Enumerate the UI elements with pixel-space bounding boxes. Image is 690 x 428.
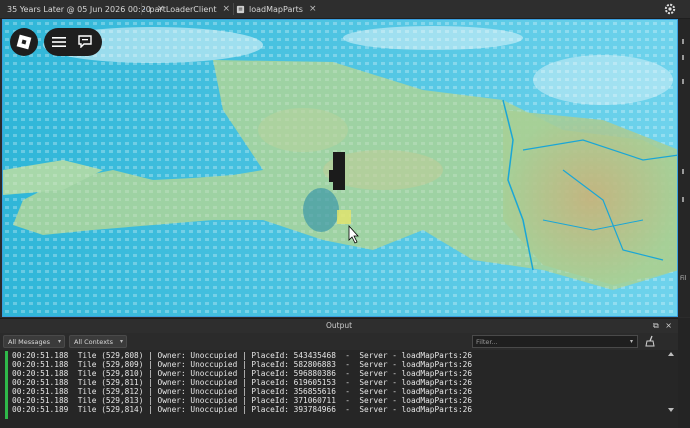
dock-marker [682, 55, 684, 60]
tab-label: 35 Years Later @ 05 Jun 2026 00:20 [7, 4, 151, 14]
tab-bar: 35 Years Later @ 05 Jun 2026 00:20 × par… [0, 0, 690, 19]
roblox-menu-button[interactable] [10, 28, 38, 56]
close-icon[interactable]: × [665, 321, 672, 330]
close-icon[interactable]: × [222, 4, 230, 14]
chevron-down-icon: ▾ [119, 338, 123, 345]
script-icon [144, 8, 146, 10]
log-line: 00:20:51.189 Tile (529,814) | Owner: Uno… [12, 405, 473, 414]
log-line: 00:20:51.188 Tile (529,810) | Owner: Uno… [12, 369, 473, 378]
chat-icon[interactable] [78, 35, 92, 48]
close-icon[interactable]: × [309, 4, 317, 14]
dock-marker [682, 79, 684, 84]
roblox-logo-icon [16, 34, 32, 50]
context-filter-dropdown[interactable]: All Contexts ▾ [69, 335, 127, 348]
right-dock-strip-lower [678, 318, 690, 428]
tab-partloaderclient[interactable]: partLoaderClient × [144, 0, 230, 18]
dropdown-value: All Messages [8, 337, 50, 346]
output-toolbar: All Messages ▾ All Contexts ▾ Filter... … [0, 333, 678, 350]
tab-label: loadMapParts [249, 4, 303, 14]
tab-divider [141, 3, 142, 15]
script-icon [236, 5, 245, 13]
output-log: 00:20:51.188 Tile (529,808) | Owner: Uno… [0, 350, 678, 428]
popout-icon[interactable]: ⧉ [653, 321, 659, 330]
chevron-down-icon: ▾ [629, 338, 633, 345]
side-panel-label: Fil [680, 275, 687, 282]
output-title: Output [325, 321, 353, 330]
right-dock-strip [678, 19, 690, 317]
tab-loadmapparts[interactable]: loadMapParts × [236, 0, 336, 18]
log-line: 00:20:51.188 Tile (529,811) | Owner: Uno… [12, 378, 473, 387]
message-filter-dropdown[interactable]: All Messages ▾ [3, 335, 65, 348]
log-line: 00:20:51.188 Tile (529,812) | Owner: Uno… [12, 387, 473, 396]
server-context-bar [5, 351, 8, 419]
chevron-down-icon: ▾ [57, 338, 61, 345]
log-line: 00:20:51.188 Tile (529,813) | Owner: Uno… [12, 396, 473, 405]
dock-marker [682, 39, 684, 44]
filter-placeholder: Filter... [476, 337, 498, 346]
dock-marker [682, 197, 684, 202]
clear-output-icon[interactable] [644, 335, 656, 347]
output-window-controls: ⧉ × [653, 321, 672, 331]
output-header: Output ⧉ × [0, 318, 678, 333]
dropdown-value: All Contexts [74, 337, 113, 346]
game-viewport[interactable] [2, 19, 678, 317]
filter-input[interactable]: Filter... ▾ [472, 335, 638, 348]
hamburger-menu-icon[interactable] [52, 36, 66, 48]
log-line: 00:20:51.188 Tile (529,809) | Owner: Uno… [12, 360, 473, 369]
output-scrollbar[interactable] [668, 352, 674, 412]
tab-label: partLoaderClient [149, 4, 217, 14]
tab-place[interactable]: 35 Years Later @ 05 Jun 2026 00:20 × [0, 0, 164, 18]
log-line: 00:20:51.188 Tile (529,808) | Owner: Uno… [12, 351, 473, 360]
map-scene [3, 20, 677, 316]
tab-divider [233, 3, 234, 15]
gear-icon[interactable] [664, 3, 676, 15]
topbar-pill [44, 28, 102, 56]
dock-marker [682, 169, 684, 174]
